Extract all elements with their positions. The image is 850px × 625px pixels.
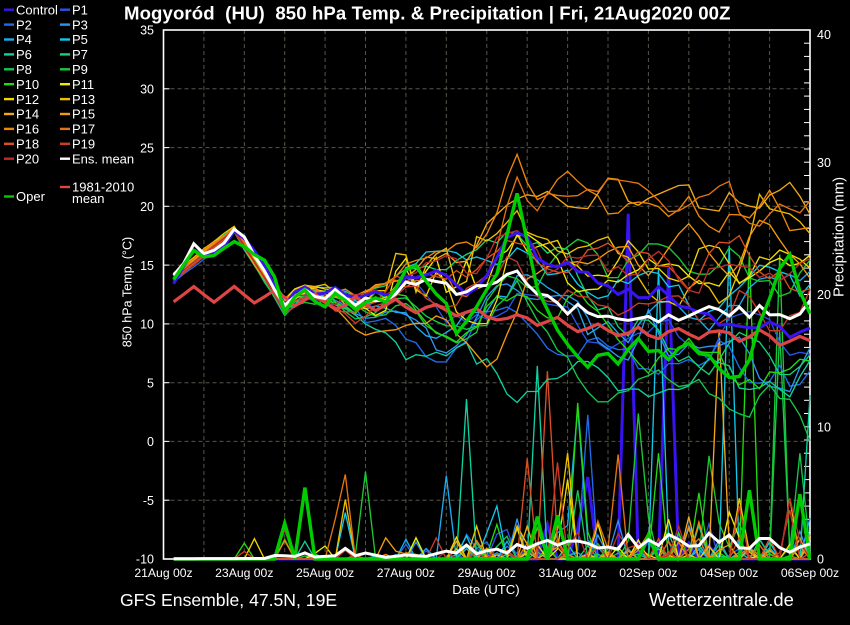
- svg-text:35: 35: [140, 24, 154, 38]
- svg-text:P6: P6: [16, 47, 32, 62]
- svg-text:0: 0: [817, 553, 824, 567]
- svg-text:5: 5: [147, 376, 154, 390]
- svg-text:P20: P20: [16, 151, 39, 166]
- svg-text:P5: P5: [72, 32, 88, 47]
- svg-text:30: 30: [817, 156, 831, 170]
- svg-text:P14: P14: [16, 107, 39, 122]
- svg-text:23Aug 00z: 23Aug 00z: [215, 566, 273, 580]
- svg-text:29Aug 00z: 29Aug 00z: [458, 566, 516, 580]
- svg-text:P17: P17: [72, 122, 95, 137]
- svg-text:850 hPa Temp. (°C): 850 hPa Temp. (°C): [121, 237, 135, 348]
- svg-text:P9: P9: [72, 62, 88, 77]
- svg-text:40: 40: [817, 28, 831, 42]
- svg-text:P18: P18: [16, 137, 39, 152]
- svg-text:25Aug 00z: 25Aug 00z: [296, 566, 354, 580]
- svg-text:15: 15: [140, 259, 154, 273]
- svg-text:-5: -5: [143, 494, 154, 508]
- svg-text:04Sep 00z: 04Sep 00z: [700, 566, 758, 580]
- svg-text:P13: P13: [72, 92, 95, 107]
- svg-text:Control: Control: [16, 2, 58, 17]
- svg-text:06Sep 00z: 06Sep 00z: [781, 566, 839, 580]
- svg-text:mean: mean: [72, 191, 105, 206]
- svg-text:P10: P10: [16, 77, 39, 92]
- svg-text:20: 20: [140, 200, 154, 214]
- svg-text:30: 30: [140, 83, 154, 97]
- svg-text:-10: -10: [136, 553, 154, 567]
- svg-text:Ens. mean: Ens. mean: [72, 151, 134, 166]
- svg-text:02Sep 00z: 02Sep 00z: [619, 566, 677, 580]
- svg-text:21Aug 00z: 21Aug 00z: [134, 566, 192, 580]
- svg-text:10: 10: [817, 420, 831, 434]
- svg-text:P8: P8: [16, 62, 32, 77]
- svg-text:P3: P3: [72, 17, 88, 32]
- svg-text:P19: P19: [72, 137, 95, 152]
- svg-text:25: 25: [140, 141, 154, 155]
- svg-text:P1: P1: [72, 2, 88, 17]
- svg-text:Oper: Oper: [16, 189, 46, 204]
- svg-text:10: 10: [140, 318, 154, 332]
- svg-text:GFS Ensemble, 47.5N, 19E: GFS Ensemble, 47.5N, 19E: [120, 590, 337, 610]
- svg-text:Date (UTC): Date (UTC): [452, 582, 519, 597]
- svg-text:20: 20: [817, 288, 831, 302]
- svg-text:31Aug 00z: 31Aug 00z: [538, 566, 596, 580]
- svg-text:P12: P12: [16, 92, 39, 107]
- svg-text:P7: P7: [72, 47, 88, 62]
- svg-text:0: 0: [147, 435, 154, 449]
- svg-text:P11: P11: [72, 77, 94, 92]
- svg-text:Mogyoród (HU) 850 hPa Temp.: Mogyoród (HU) 850 hPa Temp. & Precipitat…: [124, 3, 731, 24]
- svg-text:P15: P15: [72, 107, 95, 122]
- svg-text:P2: P2: [16, 17, 32, 32]
- svg-text:27Aug 00z: 27Aug 00z: [377, 566, 435, 580]
- svg-text:P4: P4: [16, 32, 32, 47]
- svg-text:Precipitation (mm): Precipitation (mm): [832, 177, 848, 297]
- svg-text:Wetterzentrale.de: Wetterzentrale.de: [649, 589, 794, 610]
- svg-text:P16: P16: [16, 122, 39, 137]
